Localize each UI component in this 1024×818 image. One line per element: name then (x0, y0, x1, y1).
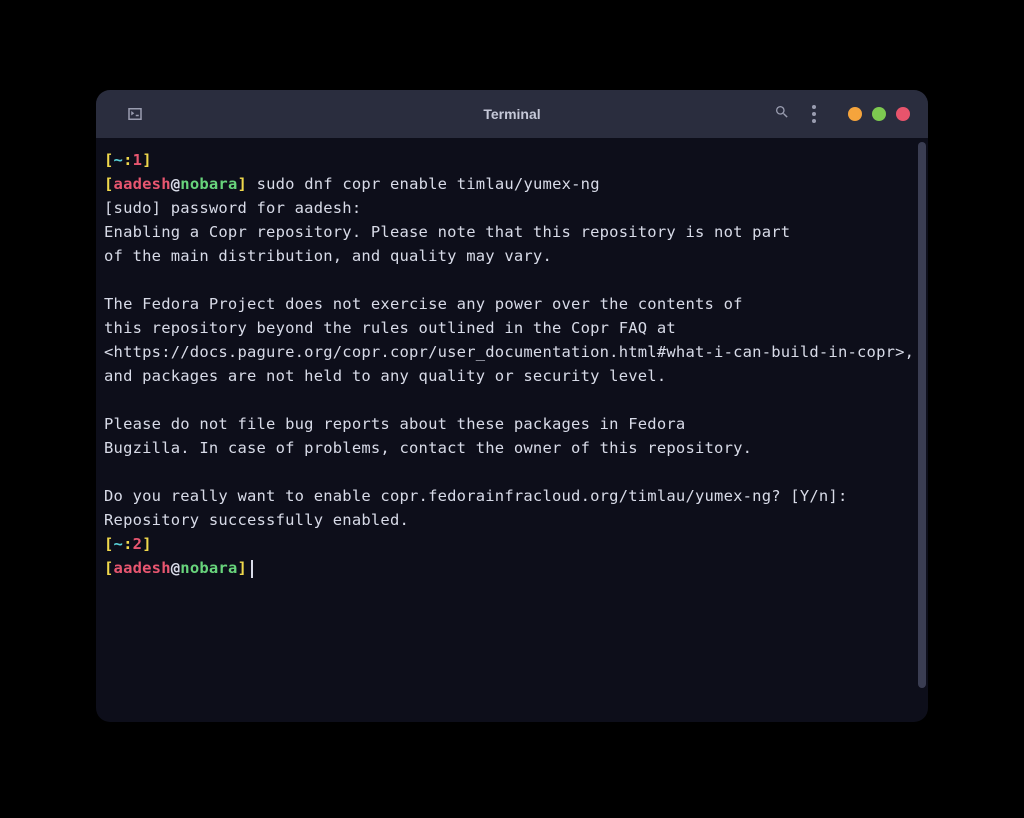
bracket-open: [ (104, 151, 114, 169)
at-sign: @ (171, 559, 181, 577)
output-line: [sudo] password for aadesh: (104, 196, 920, 220)
output-line: and packages are not held to any quality… (104, 364, 920, 388)
blank-line (104, 388, 920, 412)
blank-line (104, 460, 920, 484)
output-line: <https://docs.pagure.org/copr.copr/user_… (104, 340, 920, 364)
prompt-userhost-line: [aadesh@nobara] (104, 556, 920, 580)
kebab-menu-icon[interactable] (812, 105, 816, 123)
output-line: Please do not file bug reports about the… (104, 412, 920, 436)
bracket-close: ] (142, 151, 152, 169)
terminal-body[interactable]: [~:1] [aadesh@nobara] sudo dnf copr enab… (96, 138, 928, 722)
titlebar: Terminal (96, 90, 928, 138)
prompt-userhost-line: [aadesh@nobara] sudo dnf copr enable tim… (104, 172, 920, 196)
cmd-number: 1 (133, 151, 143, 169)
close-button[interactable] (896, 107, 910, 121)
prompt-cwd-line: [~:1] (104, 148, 920, 172)
output-line: The Fedora Project does not exercise any… (104, 292, 920, 316)
scrollbar[interactable] (918, 142, 926, 688)
bracket-close: ] (238, 175, 248, 193)
colon: : (123, 151, 133, 169)
bracket-open: [ (104, 559, 114, 577)
cmd-number: 2 (133, 535, 143, 553)
search-icon[interactable] (774, 104, 790, 124)
window-controls (848, 107, 910, 121)
output-line: Enabling a Copr repository. Please note … (104, 220, 920, 244)
output-line: this repository beyond the rules outline… (104, 316, 920, 340)
maximize-button[interactable] (872, 107, 886, 121)
blank-line (104, 268, 920, 292)
username: aadesh (114, 559, 171, 577)
titlebar-controls (774, 104, 910, 124)
bracket-close: ] (142, 535, 152, 553)
hostname: nobara (180, 559, 237, 577)
username: aadesh (114, 175, 171, 193)
output-line: Bugzilla. In case of problems, contact t… (104, 436, 920, 460)
at-sign: @ (171, 175, 181, 193)
cwd-tilde: ~ (114, 151, 124, 169)
terminal-app-icon (126, 105, 144, 123)
hostname: nobara (180, 175, 237, 193)
window-title: Terminal (483, 106, 540, 122)
cwd-tilde: ~ (114, 535, 124, 553)
bracket-open: [ (104, 535, 114, 553)
bracket-close: ] (238, 559, 248, 577)
cursor (251, 560, 253, 578)
bracket-open: [ (104, 175, 114, 193)
output-line: of the main distribution, and quality ma… (104, 244, 920, 268)
terminal-window: Terminal [~:1] [aadesh@nobara] sudo dnf … (96, 90, 928, 722)
command-text: sudo dnf copr enable timlau/yumex-ng (247, 175, 600, 193)
minimize-button[interactable] (848, 107, 862, 121)
output-line: Repository successfully enabled. (104, 508, 920, 532)
colon: : (123, 535, 133, 553)
output-line: Do you really want to enable copr.fedora… (104, 484, 920, 508)
prompt-cwd-line: [~:2] (104, 532, 920, 556)
